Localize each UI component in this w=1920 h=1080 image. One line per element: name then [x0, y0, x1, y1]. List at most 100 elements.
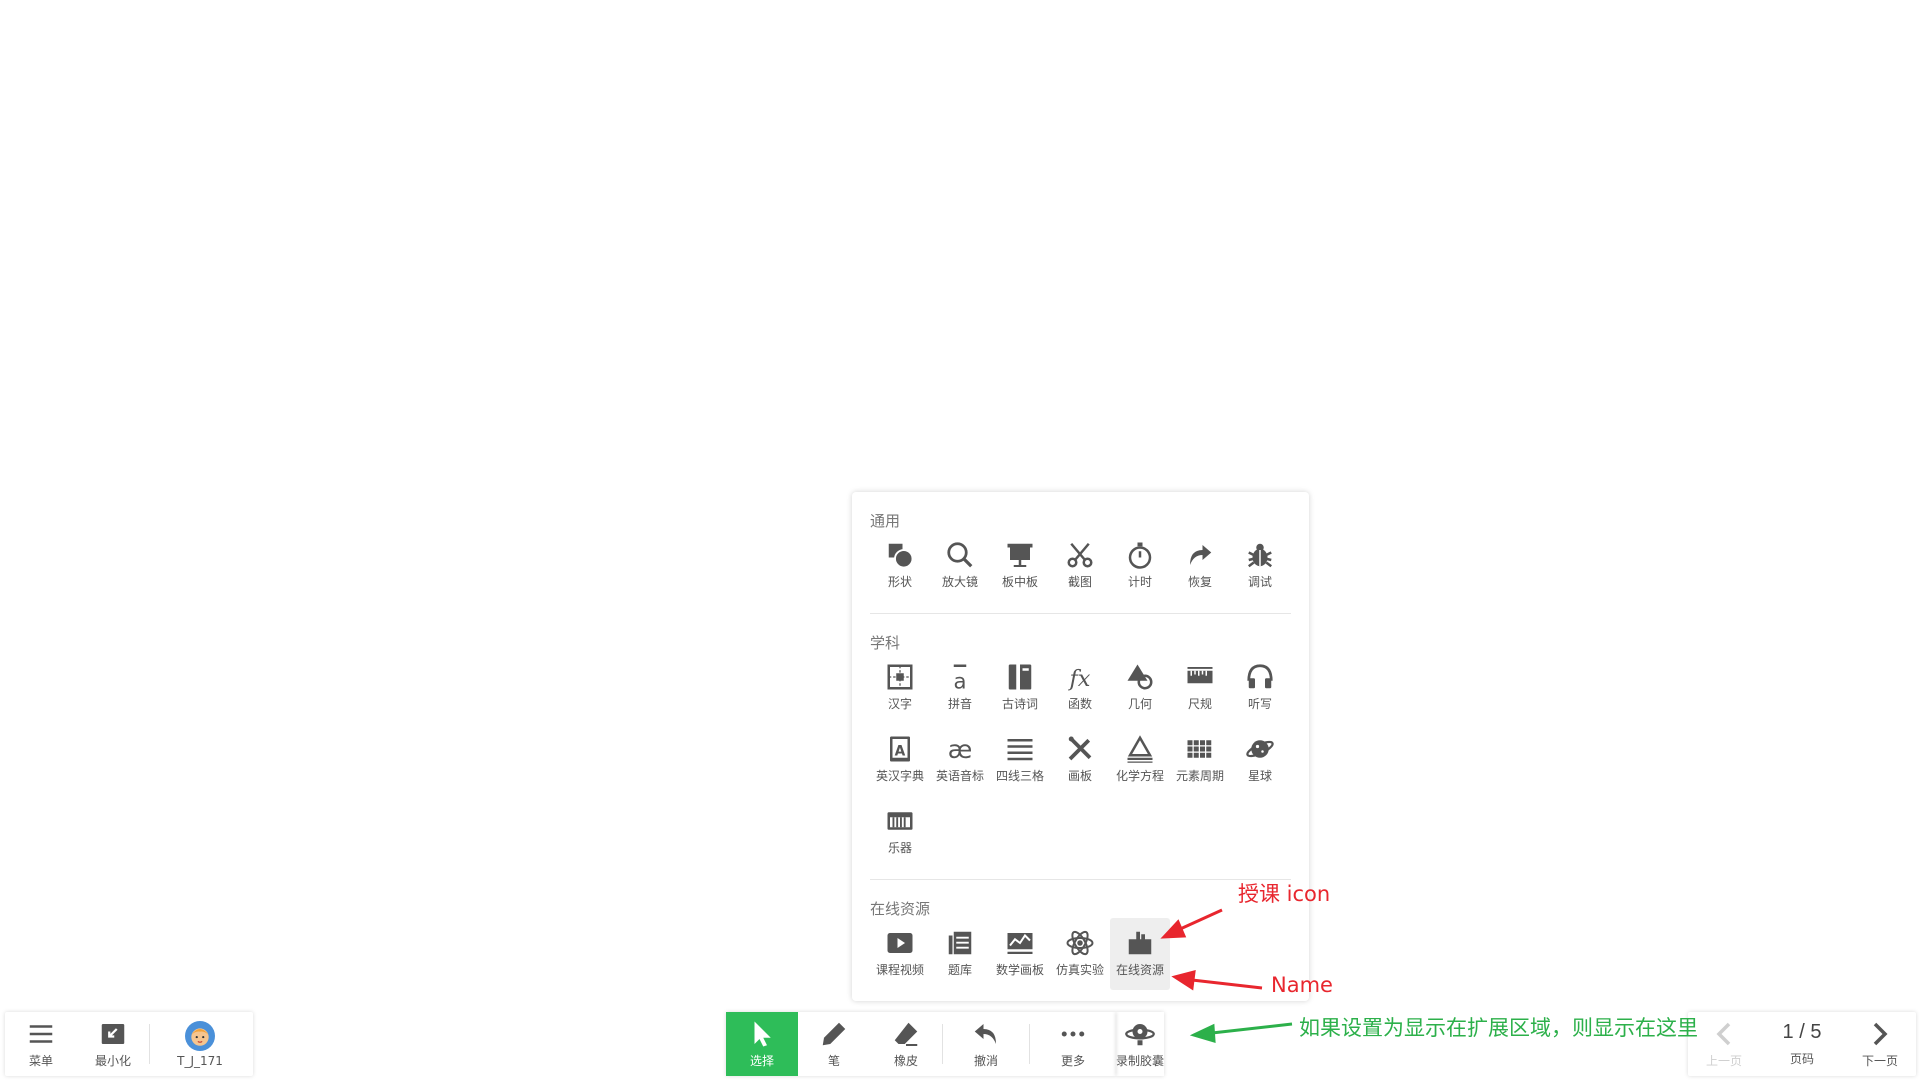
planet-icon: [1246, 740, 1274, 758]
prev-page-label: 上一页: [1705, 1054, 1742, 1068]
pen-icon: [822, 1022, 846, 1046]
question-bank-icon: [948, 931, 972, 955]
record-capsule-button[interactable]: 录制胶囊: [1116, 1012, 1164, 1076]
periodic-table-icon: [1187, 740, 1212, 758]
tool-book-button[interactable]: 古诗词: [990, 652, 1050, 724]
tool-drawing-tools-button[interactable]: 画板: [1050, 724, 1110, 796]
general-tools-grid: 形状 放大镜 板中板 截图 计时 恢复 调试: [870, 530, 1290, 602]
record-capsule-icon: [1125, 1024, 1155, 1046]
tool-video-button[interactable]: 课程视频: [870, 918, 930, 990]
main-toolbar: 选择 笔 橡皮 撤消 更多 录制胶囊: [726, 1012, 1164, 1076]
tool-dictionary-button[interactable]: A 英汉字典: [870, 724, 930, 796]
tool-scissors-button[interactable]: 截图: [1050, 530, 1110, 602]
cursor-arrow-icon: [754, 1021, 771, 1047]
select-tool-button[interactable]: 选择: [726, 1012, 798, 1076]
prev-page-button[interactable]: 上一页: [1688, 1012, 1760, 1076]
chevron-right-icon: [1873, 1022, 1888, 1046]
section-title-general: 通用: [870, 512, 901, 530]
page-number-label: 页码: [1789, 1052, 1814, 1066]
tool-label: 仿真实验: [1055, 963, 1104, 977]
next-page-button[interactable]: 下一页: [1844, 1012, 1916, 1076]
geometry-icon: [1127, 664, 1153, 690]
svg-text:fx: fx: [1067, 666, 1090, 692]
tool-label: 化学方程: [1115, 769, 1164, 783]
chemistry-icon: [1127, 735, 1153, 763]
scissors-icon: [1067, 542, 1093, 568]
tool-four-lines-button[interactable]: 四线三格: [990, 724, 1050, 796]
video-icon: [887, 933, 913, 953]
select-label: 选择: [749, 1054, 774, 1068]
record-label: 录制胶囊: [1116, 1054, 1165, 1068]
page-number-button[interactable]: 1 / 5 页码: [1760, 1012, 1844, 1076]
redo-arrow-icon: [1190, 545, 1212, 565]
minimize-button[interactable]: 最小化: [77, 1012, 149, 1076]
pen-tool-button[interactable]: 笔: [798, 1012, 870, 1076]
tool-pinyin-button[interactable]: a 拼音: [930, 652, 990, 724]
tool-label: 元素周期: [1175, 769, 1224, 783]
tool-label: 英汉字典: [875, 769, 924, 783]
tools-panel: 通用 形状 放大镜 板中板 截图 计时 恢复 调试 学科 汉字 a 拼音 古诗词 fx 函数 几何 尺规 听…: [852, 492, 1309, 1001]
next-page-label: 下一页: [1861, 1054, 1898, 1068]
tool-stopwatch-button[interactable]: 计时: [1110, 530, 1170, 602]
tool-label: 听写: [1247, 697, 1272, 711]
tool-board-in-board-button[interactable]: 板中板: [990, 530, 1050, 602]
tool-function-button[interactable]: fx 函数: [1050, 652, 1110, 724]
avatar: [185, 1020, 215, 1051]
tool-chemistry-button[interactable]: 化学方程: [1110, 724, 1170, 796]
tool-periodic-table-button[interactable]: 元素周期: [1170, 724, 1230, 796]
section-title-online: 在线资源: [870, 900, 931, 918]
minimize-icon: [101, 1024, 125, 1044]
undo-button[interactable]: 撤消: [943, 1012, 1029, 1076]
tool-label: 画板: [1067, 769, 1092, 783]
arrowhead: [1189, 1023, 1216, 1044]
tool-label: 汉字: [887, 697, 912, 711]
tool-headphones-button[interactable]: 听写: [1230, 652, 1290, 724]
svg-text:A: A: [895, 743, 906, 759]
book-icon: [1008, 664, 1032, 690]
main-toolbar-group: 选择 笔 橡皮 撤消 更多: [726, 1012, 1116, 1076]
name-annotation-text: Name: [1271, 973, 1333, 997]
tool-planet-button[interactable]: 星球: [1230, 724, 1290, 796]
tool-piano-button[interactable]: 乐器: [870, 796, 930, 868]
stopwatch-icon: [1128, 542, 1152, 569]
four-lines-icon: [1007, 739, 1033, 761]
extension-annotation-arrow: [1211, 1022, 1293, 1035]
atom-icon: [1066, 930, 1094, 956]
menu-button[interactable]: 菜单: [5, 1012, 77, 1076]
tool-atom-button[interactable]: 仿真实验: [1050, 918, 1110, 990]
tool-chinese-grid-button[interactable]: 汉字: [870, 652, 930, 724]
user-name-label: T_J_171: [177, 1053, 223, 1068]
tool-redo-arrow-button[interactable]: 恢复: [1170, 530, 1230, 602]
board-in-board-icon: [1007, 543, 1033, 567]
eraser-tool-button[interactable]: 橡皮: [870, 1012, 942, 1076]
tool-math-board-button[interactable]: 数学画板: [990, 918, 1050, 990]
tool-geometry-button[interactable]: 几何: [1110, 652, 1170, 724]
tool-label: 板中板: [1001, 575, 1038, 589]
tool-label: 星球: [1247, 769, 1272, 783]
tool-label: 数学画板: [995, 963, 1044, 977]
function-icon: fx: [1067, 666, 1090, 692]
left-toolbar: 菜单 最小化 T_J_171: [5, 1012, 253, 1076]
section-title-subjects: 学科: [870, 634, 901, 652]
tool-label: 拼音: [947, 697, 972, 711]
more-button[interactable]: 更多: [1030, 1012, 1116, 1076]
tool-label: 放大镜: [941, 575, 978, 589]
tool-label: 课程视频: [875, 963, 924, 977]
tool-magnifier-button[interactable]: 放大镜: [930, 530, 990, 602]
tool-label: 英语音标: [935, 769, 984, 783]
more-label: 更多: [1060, 1054, 1085, 1068]
tool-label: 乐器: [887, 841, 912, 855]
dictionary-icon: A: [890, 736, 910, 762]
drawing-tools-icon: [1068, 736, 1092, 761]
user-profile-button[interactable]: T_J_171: [150, 1012, 250, 1076]
tool-bug-button[interactable]: 调试: [1230, 530, 1290, 602]
tool-shape-button[interactable]: 形状: [870, 530, 930, 602]
bug-icon: [1248, 543, 1272, 568]
tool-phonetic-button[interactable]: æ 英语音标: [930, 724, 990, 796]
avatar-face-icon: [191, 1027, 209, 1046]
tool-teaching-button[interactable]: 在线资源: [1110, 918, 1170, 990]
tool-question-bank-button[interactable]: 题库: [930, 918, 990, 990]
eraser-icon: [894, 1022, 918, 1046]
tool-label: 恢复: [1187, 575, 1212, 589]
tool-ruler-button[interactable]: 尺规: [1170, 652, 1230, 724]
